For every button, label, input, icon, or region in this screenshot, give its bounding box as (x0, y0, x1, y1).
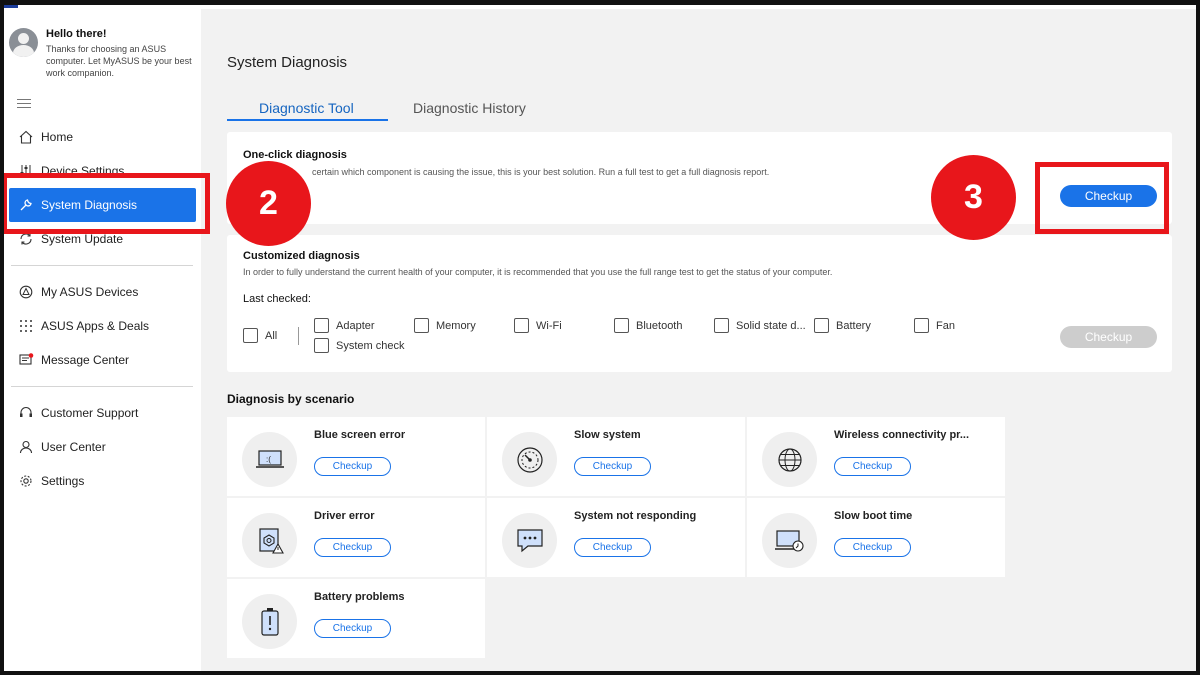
screen-frame (0, 0, 1200, 675)
